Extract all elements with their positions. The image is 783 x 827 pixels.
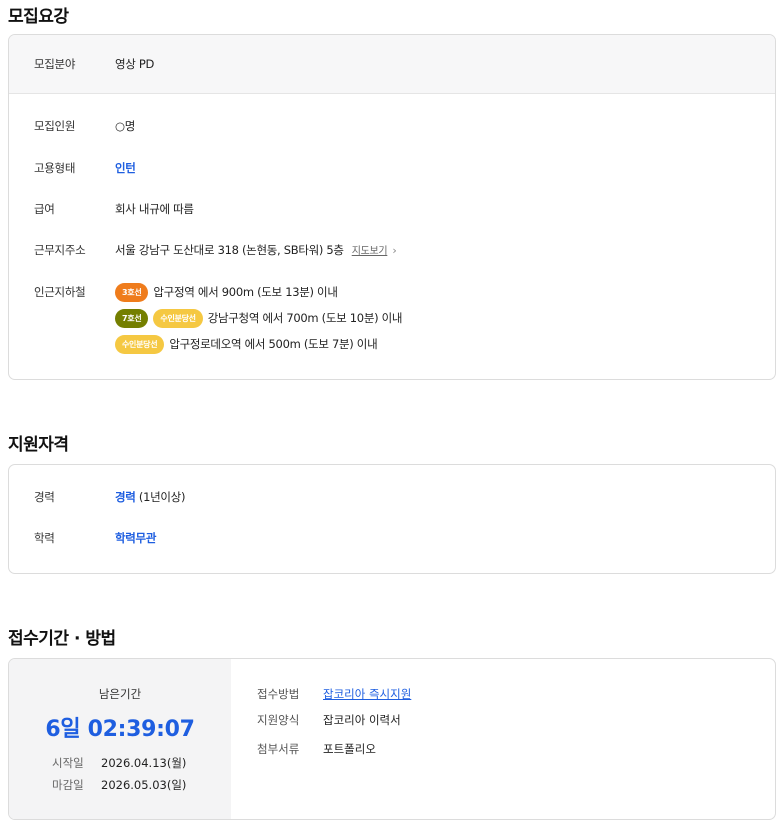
headcount-row: 모집인원 ○명	[9, 116, 775, 136]
employment-label: 고용형태	[34, 161, 76, 175]
method-label: 접수방법	[257, 687, 300, 701]
map-link[interactable]: 지도보기	[352, 246, 388, 257]
headcount-value: ○명	[115, 119, 136, 133]
education-value: 학력무관	[115, 531, 157, 545]
headcount-label: 모집인원	[34, 119, 76, 133]
apply-method-link[interactable]: 잡코리아 즉시지원	[323, 687, 411, 701]
employment-value: 인턴	[115, 161, 136, 175]
remaining-pane: 남은기간 6일 02:39:07 시작일 2026.04.13(월) 마감일 2…	[9, 659, 231, 819]
method-value-wrap: 잡코리아 즉시지원	[323, 686, 411, 702]
subway-badge: 7호선	[115, 308, 149, 328]
recruit-field-row: 모집분야 영상 PD	[9, 35, 775, 94]
remaining-label: 남은기간	[98, 687, 142, 701]
attachment-value: 포트폴리오	[323, 742, 376, 756]
start-date-value: 2026.04.13(월)	[101, 756, 187, 770]
education-row: 학력 학력무관	[9, 528, 775, 548]
start-date-label: 시작일	[52, 756, 84, 770]
form-value: 잡코리아 이력서	[323, 713, 401, 727]
field-label: 모집분야	[34, 57, 76, 71]
subway-text: 강남구청역 에서 700m (도보 10분) 이내	[207, 311, 403, 325]
subway-text: 압구정로데오역 에서 500m (도보 7분) 이내	[169, 337, 378, 351]
qualification-card: 경력 경력 (1년이상) 학력 학력무관	[8, 464, 776, 574]
end-date-label: 마감일	[52, 778, 84, 792]
recruit-card: 모집분야 영상 PD 모집인원 ○명 고용형태 인턴 급여 회사 내규에 따름 …	[8, 34, 776, 380]
field-value: 영상 PD	[115, 57, 155, 71]
salary-row: 급여 회사 내규에 따름	[9, 199, 775, 219]
subway-badge: 수인분당선	[115, 334, 165, 354]
location-value-wrap: 서울 강남구 도산대로 318 (논현동, SB타워) 5층 지도보기 ›	[115, 240, 397, 262]
apply-section-title: 접수기간 · 방법	[8, 629, 116, 649]
subway-line: 7호선 수인분당선 강남구청역 에서 700m (도보 10분) 이내	[115, 308, 403, 328]
subway-badge: 3호선	[115, 282, 149, 302]
recruit-section-title: 모집요강	[8, 7, 69, 27]
location-row: 근무지주소 서울 강남구 도산대로 318 (논현동, SB타워) 5층 지도보기…	[9, 240, 775, 260]
career-value-wrap: 경력 (1년이상)	[115, 487, 185, 507]
subway-line: 3호선 압구정역 에서 900m (도보 13분) 이내	[115, 282, 338, 302]
end-date-value: 2026.05.03(일)	[101, 778, 187, 792]
attachment-label: 첨부서류	[257, 742, 300, 756]
salary-value: 회사 내규에 따름	[115, 202, 194, 216]
subway-text: 압구정역 에서 900m (도보 13분) 이내	[153, 285, 338, 299]
remaining-time: 6일 02:39:07	[45, 717, 195, 742]
form-label: 지원양식	[257, 713, 300, 727]
career-label: 경력	[34, 490, 55, 504]
chevron-right-icon[interactable]: ›	[392, 244, 396, 257]
career-row: 경력 경력 (1년이상)	[9, 487, 775, 507]
education-label: 학력	[34, 531, 55, 545]
salary-label: 급여	[34, 202, 55, 216]
location-value: 서울 강남구 도산대로 318 (논현동, SB타워) 5층	[115, 243, 344, 257]
career-note: (1년이상)	[135, 490, 186, 504]
employment-row: 고용형태 인턴	[9, 158, 775, 178]
subway-label: 인근지하철	[34, 285, 86, 299]
career-value: 경력	[115, 490, 136, 504]
qualification-section-title: 지원자격	[8, 435, 69, 455]
location-label: 근무지주소	[34, 243, 86, 257]
subway-badge: 수인분당선	[153, 308, 203, 328]
apply-card: 남은기간 6일 02:39:07 시작일 2026.04.13(월) 마감일 2…	[8, 658, 776, 820]
subway-line: 수인분당선 압구정로데오역 에서 500m (도보 7분) 이내	[115, 334, 378, 354]
